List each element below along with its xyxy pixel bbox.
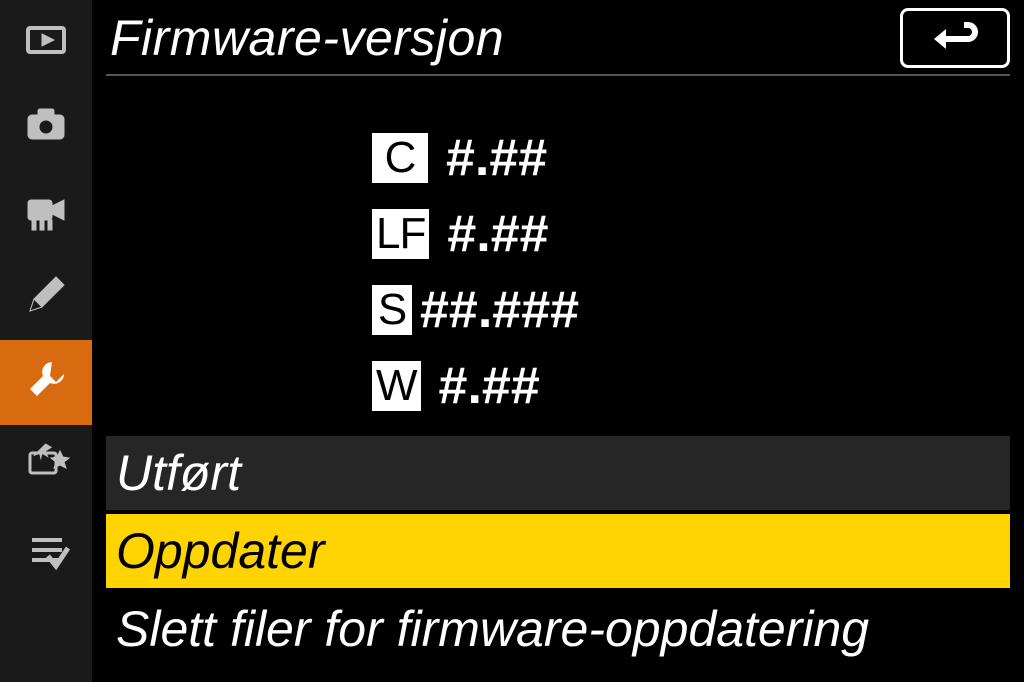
back-button[interactable] <box>900 8 1010 68</box>
camera-icon <box>22 101 70 154</box>
screen: Firmware-versjon C #.## LF #.## S <box>0 0 1024 682</box>
sidebar-item-video[interactable] <box>0 170 92 255</box>
version-badge: W <box>372 361 421 411</box>
version-value: #.## <box>446 128 547 188</box>
sidebar-item-pencil[interactable] <box>0 255 92 340</box>
playback-icon <box>22 16 70 69</box>
version-badge: LF <box>372 209 429 259</box>
sidebar-item-playback[interactable] <box>0 0 92 85</box>
sidebar-item-mymenu[interactable] <box>0 510 92 595</box>
option-done[interactable]: Utført <box>106 436 1010 510</box>
sidebar <box>0 0 92 682</box>
back-icon <box>930 16 980 61</box>
version-row-lf: LF #.## <box>372 204 1024 264</box>
retouch-icon <box>22 441 70 494</box>
header: Firmware-versjon <box>92 0 1024 74</box>
wrench-icon <box>22 356 70 409</box>
version-row-w: W #.## <box>372 356 1024 416</box>
video-icon <box>22 186 70 239</box>
version-value: #.## <box>439 356 540 416</box>
version-badge: C <box>372 133 428 183</box>
options-list: Utført Oppdater Slett filer for firmware… <box>92 436 1024 670</box>
firmware-versions: C #.## LF #.## S ##.### W #.## <box>92 76 1024 432</box>
version-row-s: S ##.### <box>372 280 1024 340</box>
mymenu-icon <box>22 526 70 579</box>
sidebar-item-setup[interactable] <box>0 340 92 425</box>
version-value: ##.### <box>420 280 579 340</box>
option-delete[interactable]: Slett filer for firmware-oppdatering <box>106 592 1010 666</box>
page-title: Firmware-versjon <box>110 9 504 67</box>
version-row-c: C #.## <box>372 128 1024 188</box>
version-value: #.## <box>447 204 548 264</box>
sidebar-item-retouch[interactable] <box>0 425 92 510</box>
main-area: Firmware-versjon C #.## LF #.## S <box>92 0 1024 682</box>
option-update[interactable]: Oppdater <box>106 514 1010 588</box>
pencil-icon <box>22 271 70 324</box>
sidebar-item-photo[interactable] <box>0 85 92 170</box>
version-badge: S <box>372 285 412 335</box>
